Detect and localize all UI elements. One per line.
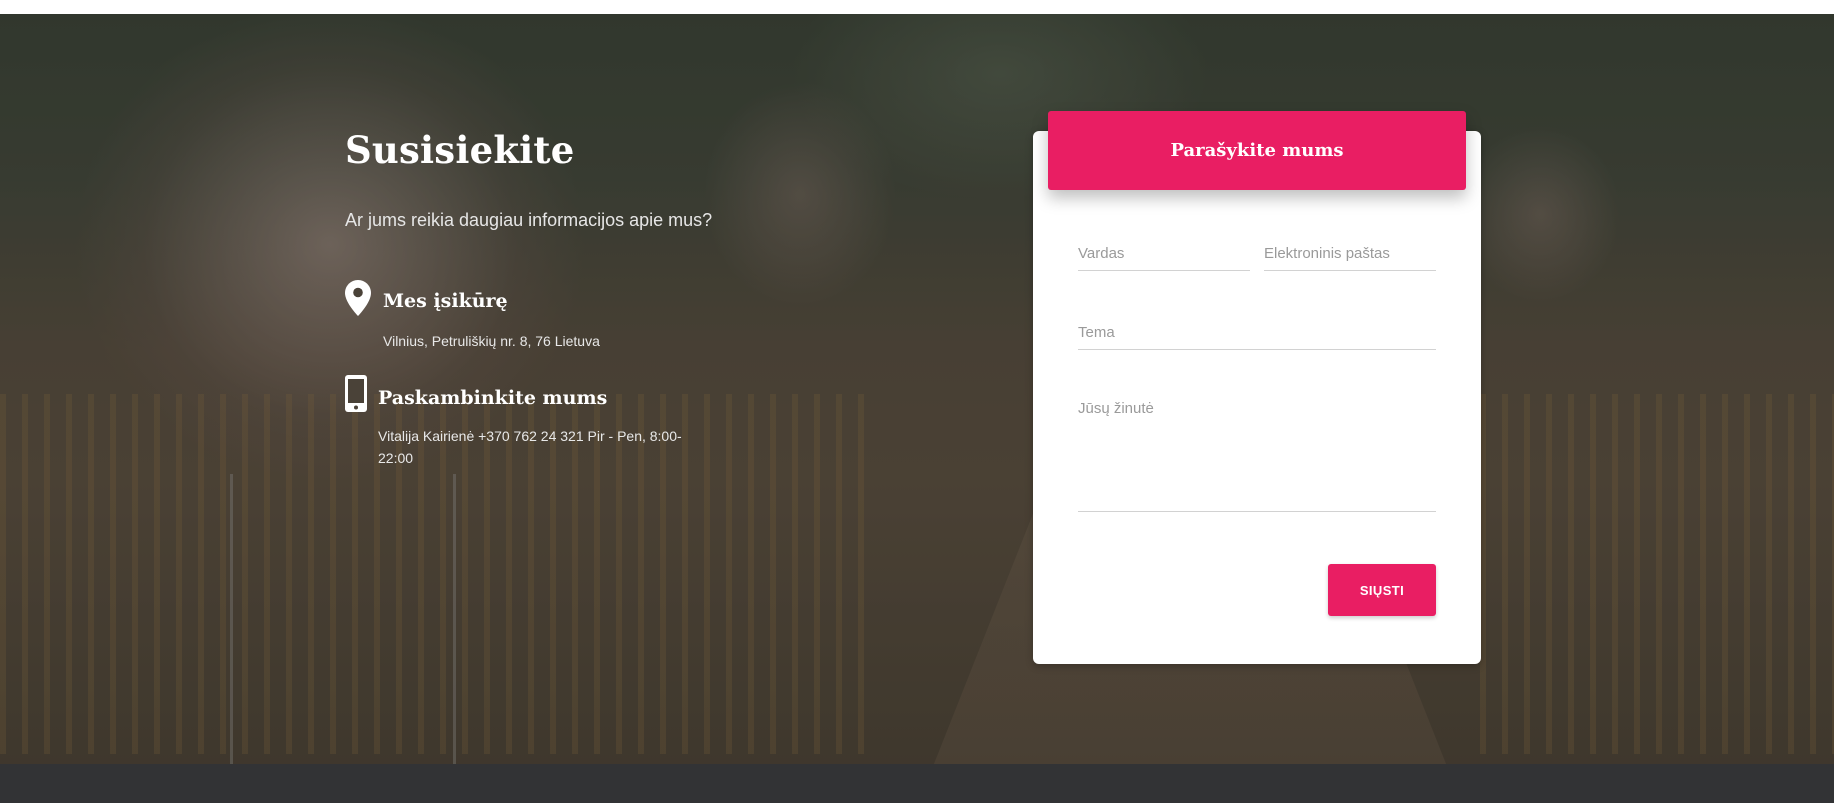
phone-details: Vitalija Kairienė +370 762 24 321 Pir - …	[378, 428, 682, 466]
location-address: Vilnius, Petruliškių nr. 8, 76 Lietuva	[383, 333, 600, 349]
email-input[interactable]	[1264, 244, 1436, 271]
message-textarea[interactable]	[1078, 398, 1436, 512]
form-header-title: Parašykite mums	[1170, 140, 1344, 161]
footer-bar	[0, 764, 1834, 803]
name-input[interactable]	[1078, 244, 1250, 271]
hero-background	[0, 14, 1834, 764]
hero-overlay	[0, 14, 1834, 764]
page: Susisiekite Ar jums reikia daugiau infor…	[0, 0, 1834, 803]
smartphone-icon	[345, 375, 367, 417]
contact-title: Susisiekite	[345, 128, 575, 172]
phone-heading: Paskambinkite mums	[378, 387, 608, 409]
subject-input[interactable]	[1078, 323, 1436, 350]
location-heading: Mes įsikūrę	[383, 290, 508, 312]
map-pin-icon	[345, 280, 371, 321]
contact-subtitle: Ar jums reikia daugiau informacijos apie…	[345, 210, 713, 230]
form-header: Parašykite mums	[1048, 111, 1466, 190]
send-button[interactable]: SIŲSTI	[1328, 564, 1436, 616]
